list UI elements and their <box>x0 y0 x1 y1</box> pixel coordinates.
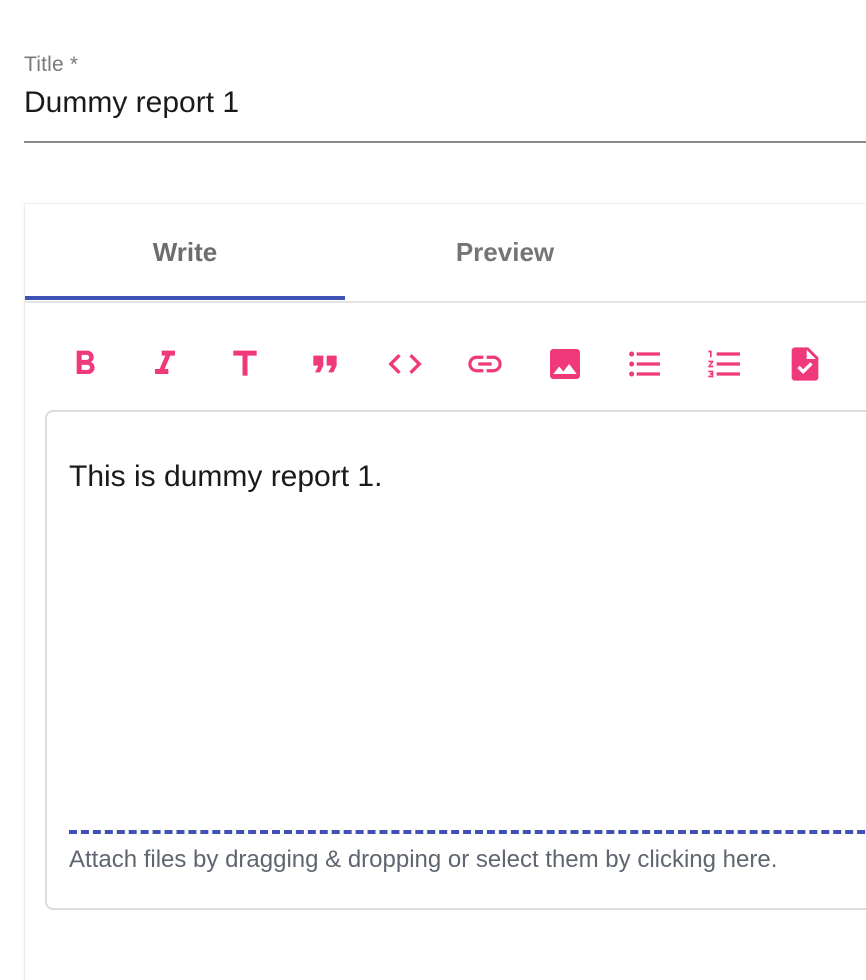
attachment-drop-divider <box>69 830 866 834</box>
bold-button[interactable] <box>63 342 107 386</box>
link-button[interactable] <box>463 342 507 386</box>
image-button[interactable] <box>543 342 587 386</box>
attach-files-link[interactable]: Attach files by dragging & dropping or s… <box>69 846 777 874</box>
heading-icon <box>233 350 257 376</box>
code-button[interactable] <box>383 342 427 386</box>
title-field: Title * <box>24 50 866 126</box>
title-input[interactable] <box>24 80 866 126</box>
report-body-text: This is dummy report 1. <box>69 460 383 493</box>
quote-button[interactable] <box>303 342 347 386</box>
link-icon <box>468 355 502 373</box>
title-label: Title * <box>24 53 79 76</box>
bold-icon <box>76 350 95 374</box>
heading-button[interactable] <box>223 342 267 386</box>
quote-icon <box>313 355 337 373</box>
numbered-list-icon <box>708 350 740 378</box>
editor-tabs: Write Preview <box>25 204 866 303</box>
bulleted-list-icon <box>629 351 660 377</box>
markdown-editor: Write Preview This is dummy report 1. At… <box>24 203 866 980</box>
checked-document-icon <box>791 347 819 381</box>
formatting-toolbar <box>25 324 866 404</box>
active-tab-indicator <box>25 296 345 300</box>
italic-button[interactable] <box>143 342 187 386</box>
code-icon <box>388 354 422 374</box>
report-body-textarea[interactable]: This is dummy report 1. Attach files by … <box>45 410 866 910</box>
tab-preview[interactable]: Preview <box>345 204 665 301</box>
numbered-list-button[interactable] <box>703 342 747 386</box>
title-underline <box>24 141 866 143</box>
report-edit-page: Title * Write Preview <box>0 0 866 980</box>
italic-icon <box>155 350 175 374</box>
tab-write[interactable]: Write <box>25 204 345 301</box>
checked-document-button[interactable] <box>783 342 827 386</box>
image-icon <box>550 349 580 379</box>
bulleted-list-button[interactable] <box>623 342 667 386</box>
